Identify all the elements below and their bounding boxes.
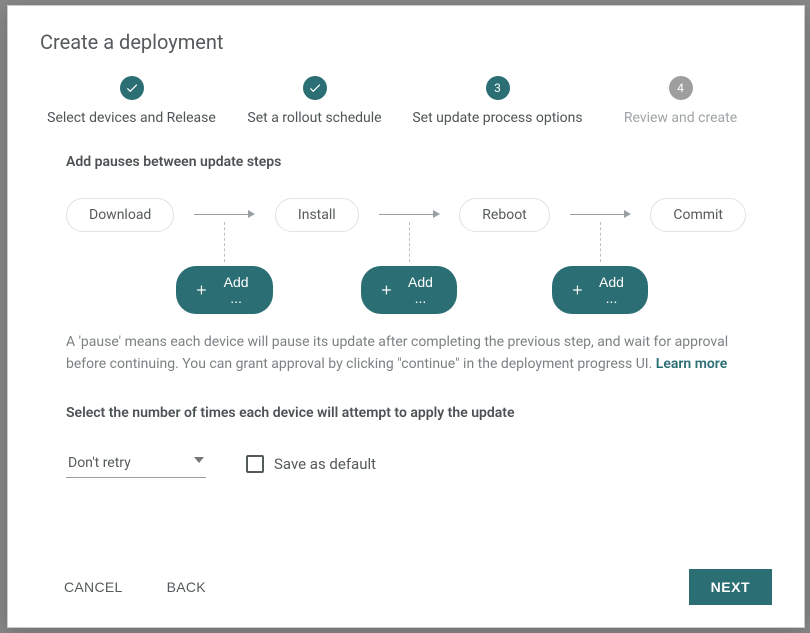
step-3[interactable]: 3 Set update process options (406, 76, 589, 126)
pauses-section: Add pauses between update steps Download… (66, 154, 746, 478)
check-icon (303, 76, 327, 100)
dialog-title: Create a deployment (40, 30, 772, 54)
desc-text: A 'pause' means each device will pause i… (66, 334, 728, 372)
cancel-button[interactable]: CANCEL (64, 579, 123, 595)
add-label: Add ... (217, 274, 255, 306)
node-label: Reboot (459, 198, 549, 232)
update-flow: Download Add ... Install (66, 198, 746, 314)
dialog-footer: CANCEL BACK NEXT (8, 551, 804, 627)
add-label: Add ... (593, 274, 631, 306)
flow-node-commit: Commit (650, 198, 746, 232)
dashed-connector (409, 222, 410, 262)
retry-select[interactable]: Don't retry (66, 449, 206, 478)
dialog-body: Create a deployment Select devices and R… (8, 6, 804, 551)
flow-node-install: Install (275, 198, 359, 232)
flow-node-reboot: Reboot (459, 198, 549, 232)
step-number-icon: 4 (669, 76, 693, 100)
retry-heading: Select the number of times each device w… (66, 405, 746, 421)
step-label: Set update process options (412, 110, 582, 126)
add-pause-button[interactable]: Add ... (176, 266, 273, 314)
add-pause-button[interactable]: Add ... (552, 266, 649, 314)
plus-icon (194, 282, 209, 298)
stepper: Select devices and Release Set a rollout… (40, 76, 772, 126)
step-2[interactable]: Set a rollout schedule (223, 76, 406, 126)
retry-select-value: Don't retry (68, 455, 131, 471)
learn-more-link[interactable]: Learn more (656, 356, 727, 372)
add-label: Add ... (402, 274, 440, 306)
dashed-connector (600, 222, 601, 262)
flow-gap-3: Add ... (552, 198, 649, 314)
arrow-icon (194, 210, 255, 218)
node-label: Commit (650, 198, 746, 232)
flow-node-download: Download (66, 198, 174, 232)
step-number-icon: 3 (486, 76, 510, 100)
retry-row: Don't retry Save as default (66, 449, 746, 478)
dashed-connector (224, 222, 225, 262)
step-1[interactable]: Select devices and Release (40, 76, 223, 126)
arrow-icon (379, 210, 440, 218)
step-label: Select devices and Release (47, 110, 216, 126)
flow-gap-2: Add ... (361, 198, 458, 314)
step-4[interactable]: 4 Review and create (589, 76, 772, 126)
plus-icon (379, 282, 394, 298)
plus-icon (570, 282, 585, 298)
check-icon (120, 76, 144, 100)
chevron-down-icon (194, 457, 204, 463)
pauses-description: A 'pause' means each device will pause i… (66, 332, 746, 375)
add-pause-button[interactable]: Add ... (361, 266, 458, 314)
save-default-label: Save as default (274, 455, 376, 473)
back-button[interactable]: BACK (167, 579, 206, 595)
deployment-dialog: Create a deployment Select devices and R… (7, 5, 805, 628)
save-default-checkbox[interactable] (246, 455, 264, 473)
next-button[interactable]: NEXT (689, 569, 772, 605)
flow-gap-1: Add ... (176, 198, 273, 314)
save-default-row[interactable]: Save as default (246, 455, 376, 473)
pauses-heading: Add pauses between update steps (66, 154, 746, 170)
step-label: Set a rollout schedule (247, 110, 381, 126)
node-label: Download (66, 198, 174, 232)
arrow-icon (570, 210, 631, 218)
node-label: Install (275, 198, 359, 232)
step-label: Review and create (624, 110, 737, 126)
